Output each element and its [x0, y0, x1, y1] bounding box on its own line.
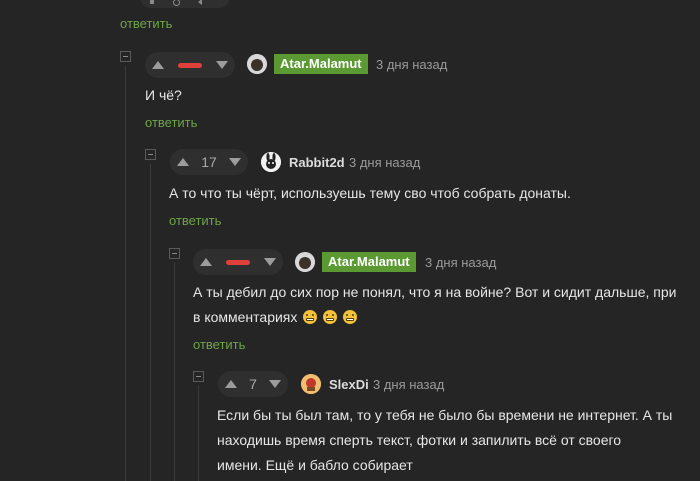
- negative-rating-bar: [178, 62, 202, 68]
- negative-rating-bar: [226, 259, 250, 265]
- author-name[interactable]: Atar.Malamut: [274, 54, 368, 74]
- upvote-arrow-icon[interactable]: [225, 380, 237, 388]
- comment-time[interactable]: 3 дня назад: [373, 377, 444, 392]
- comment-text: А то что ты чёрт, используешь тему сво ч…: [169, 185, 571, 201]
- collapse-thread-button[interactable]: [193, 371, 204, 382]
- author-name[interactable]: Rabbit2d: [289, 155, 345, 170]
- rating-widget: [145, 52, 235, 78]
- comment-text-line: в комментариях: [193, 305, 358, 330]
- downvote-arrow-icon[interactable]: [216, 61, 228, 69]
- rating-value: 7: [249, 376, 257, 392]
- cropped-dot-icon: [173, 0, 180, 6]
- grimacing-emoji-icon: [343, 310, 358, 324]
- grimacing-emoji-icon: [303, 310, 318, 324]
- reply-link[interactable]: ответить: [169, 213, 221, 228]
- avatar[interactable]: [261, 152, 281, 172]
- upvote-arrow-icon[interactable]: [177, 158, 189, 166]
- avatar[interactable]: [301, 374, 321, 394]
- thread-line: [125, 66, 126, 481]
- cropped-dot-icon: [150, 0, 154, 4]
- comment-text-line: имени. Ещё и бабло собирает: [217, 457, 413, 473]
- reply-link[interactable]: ответить: [193, 337, 245, 352]
- comment-text-line: Если бы ты был там, то у тебя не было бы…: [217, 407, 673, 423]
- comment-text: И чё?: [145, 87, 182, 103]
- thread-line: [150, 164, 151, 481]
- avatar[interactable]: [247, 54, 267, 74]
- thread-line: [174, 262, 175, 481]
- collapse-thread-button[interactable]: [145, 149, 156, 160]
- grimacing-emoji-icon: [323, 310, 338, 324]
- thread-line: [198, 385, 199, 481]
- rating-widget: 17: [170, 149, 248, 175]
- downvote-arrow-icon[interactable]: [268, 380, 281, 388]
- comment-text-line2: в комментариях: [193, 309, 298, 325]
- comment-text-line: находишь время сперть текст, фотки и зап…: [217, 432, 622, 448]
- reply-link-top[interactable]: ответить: [120, 16, 172, 31]
- downvote-arrow-icon[interactable]: [228, 158, 241, 166]
- collapse-thread-button[interactable]: [120, 51, 131, 62]
- rating-widget: [193, 249, 283, 275]
- cropped-vote-widget: [140, 0, 230, 8]
- rating-value: 17: [201, 154, 217, 170]
- upvote-arrow-icon[interactable]: [152, 61, 164, 69]
- reply-link[interactable]: ответить: [145, 115, 197, 130]
- avatar-image: [295, 252, 315, 272]
- avatar[interactable]: [295, 252, 315, 272]
- rating-widget: 7: [218, 371, 288, 397]
- author-name[interactable]: SlexDi: [329, 377, 369, 392]
- avatar-image: [301, 374, 321, 394]
- comment-time[interactable]: 3 дня назад: [376, 57, 447, 72]
- collapse-thread-button[interactable]: [169, 248, 180, 259]
- avatar-image: [247, 54, 267, 74]
- downvote-arrow-icon[interactable]: [264, 258, 276, 266]
- cropped-arrow-icon: [198, 0, 202, 5]
- author-name[interactable]: Atar.Malamut: [322, 252, 416, 272]
- comment-time[interactable]: 3 дня назад: [425, 255, 496, 270]
- rabbit-avatar-image: [261, 152, 281, 172]
- comment-text-line: А ты дебил до сих пор не понял, что я на…: [193, 284, 677, 300]
- upvote-arrow-icon[interactable]: [200, 258, 212, 266]
- comment-time[interactable]: 3 дня назад: [349, 155, 420, 170]
